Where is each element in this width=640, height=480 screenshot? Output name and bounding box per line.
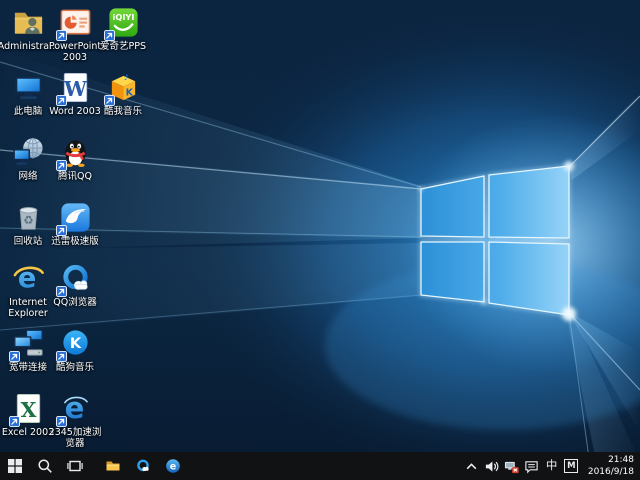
file-explorer-folder-icon [105,458,121,474]
desktop-icon-label: QQ浏览器 [53,297,96,308]
shortcut-arrow-icon [56,30,67,41]
desktop-icon-label: 腾讯QQ [58,171,92,182]
shortcut-arrow-icon [56,95,67,106]
speaker-icon [484,459,499,474]
2345-browser-icon: e [59,392,92,425]
shortcut-arrow-icon [104,95,115,106]
hidden-icons-button[interactable] [461,452,481,480]
desktop-icon-kuwo-music[interactable]: K ♪ 酷我音乐 [92,71,154,117]
system-tray: 中M 21:48 2016/9/18 [461,452,640,480]
desktop-icon-label: 爱奇艺PPS [100,41,146,52]
taskbar-buttons: e [0,452,188,480]
tencent-qq-icon [59,136,92,169]
desktop-icon-label: 酷狗音乐 [56,362,94,373]
internet-explorer-icon: e [12,262,45,295]
task-view-button[interactable] [60,452,90,480]
shortcut-arrow-icon [9,351,20,362]
file-explorer-button[interactable] [98,452,128,480]
message-bubble-icon [524,459,539,474]
desktop-icon-thunder-speed[interactable]: 迅雷极速版 [44,201,106,247]
powerpoint-2003-icon [59,6,92,39]
svg-text:K: K [125,87,133,98]
desktop-icon-label: 此电脑 [14,106,43,117]
qq-browser-icon [59,262,92,295]
network-status-button[interactable] [501,452,521,480]
windows-desktop-screen: Administra... PowerPoint 2003 iQIYI 爱奇艺P… [0,0,640,480]
network-icon [12,136,45,169]
desktop-icon-label: 网络 [18,171,37,182]
svg-text:♪: ♪ [123,73,128,82]
chevron-up-icon [464,459,479,474]
shortcut-arrow-icon [104,30,115,41]
iqiyi-pps-icon: iQIYI [107,6,140,39]
this-pc-icon [12,71,45,104]
volume-button[interactable] [481,452,501,480]
2345-browser-task-button[interactable]: e [158,452,188,480]
network-disconnected-icon [504,459,519,474]
ime-mode-m-icon: M [564,459,578,473]
search-button[interactable] [30,452,60,480]
2345-browser-icon: e [165,458,181,474]
shortcut-arrow-icon [56,416,67,427]
taskbar-clock[interactable]: 21:48 2016/9/18 [581,454,638,478]
desktop-icon-label: 迅雷极速版 [51,236,99,247]
windows-start-icon [7,458,23,474]
desktop-icon-label: 宽带连接 [9,362,47,373]
desktop-icon-2345-browser[interactable]: e 2345加速浏览器 [44,392,106,450]
word-2003-icon: W [59,71,92,104]
search-icon [37,458,53,474]
clock-date: 2016/9/18 [588,466,634,478]
shortcut-arrow-icon [56,160,67,171]
desktop-icon-qq-browser[interactable]: QQ浏览器 [44,262,106,308]
broadband-connection-icon [12,327,45,360]
clock-time: 21:48 [588,454,634,466]
taskbar: e 中M 21:48 2016/9/18 [0,452,640,480]
desktop[interactable]: Administra... PowerPoint 2003 iQIYI 爱奇艺P… [0,0,640,452]
desktop-icon-tencent-qq[interactable]: 腾讯QQ [44,136,106,182]
shortcut-arrow-icon [56,351,67,362]
kugou-music-icon: K [59,327,92,360]
svg-text:K: K [69,335,81,352]
start-button[interactable] [0,452,30,480]
notifications-button[interactable] [521,452,541,480]
ime-chinese-icon: 中 [544,460,560,472]
desktop-icon-kugou-music[interactable]: K 酷狗音乐 [44,327,106,373]
ime-mode-button[interactable]: M [562,452,581,480]
thunder-speed-icon [59,201,92,234]
qq-browser-icon [135,458,151,474]
svg-text:iQIYI: iQIYI [112,12,134,22]
desktop-icon-label: 酷我音乐 [104,106,142,117]
desktop-icon-label: 回收站 [14,236,43,247]
shortcut-arrow-icon [9,416,20,427]
ime-language-button[interactable]: 中 [541,452,562,480]
excel-2003-icon: X [12,392,45,425]
qq-browser-task-button[interactable] [128,452,158,480]
svg-text:e: e [170,461,176,472]
tray-icons: 中M [461,452,581,480]
shortcut-arrow-icon [56,225,67,236]
recycle-bin-icon: ♻ [12,201,45,234]
svg-text:X: X [20,398,36,422]
task-view-icon [67,458,83,474]
desktop-icon-label: 2345加速浏览器 [44,427,106,450]
kuwo-music-icon: K ♪ [107,71,140,104]
desktop-icon-iqiyi-pps[interactable]: iQIYI 爱奇艺PPS [92,6,154,52]
administrator-folder-icon [12,6,45,39]
shortcut-arrow-icon [56,286,67,297]
svg-text:♻: ♻ [23,213,33,227]
